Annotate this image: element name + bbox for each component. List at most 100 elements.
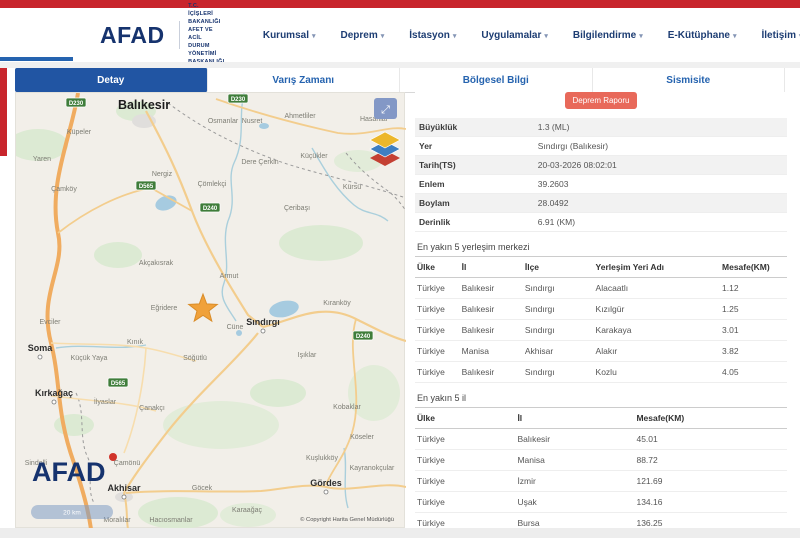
org-name: T.C. İÇİŞLERİ BAKANLIĞI AFET VE ACİL DUR… bbox=[188, 3, 225, 67]
table-row: TürkiyeBalıkesirSındırgıKarakaya3.01 bbox=[415, 320, 787, 341]
svg-text:D565: D565 bbox=[139, 184, 154, 190]
nav-iletisim[interactable]: İletişim▾ bbox=[762, 30, 800, 41]
svg-text:⤢: ⤢ bbox=[381, 104, 390, 116]
earthquake-map[interactable]: D230 D230 D565 D240 D565 D240 Balıkesir … bbox=[15, 92, 405, 528]
map-label: Kayranokçular bbox=[350, 465, 395, 472]
svg-text:20 km: 20 km bbox=[63, 510, 81, 517]
table-row: TürkiyeUşak134.16 bbox=[415, 492, 787, 513]
map-canvas[interactable]: D230 D230 D565 D240 D565 D240 Balıkesir … bbox=[16, 93, 406, 529]
detail-panel: Deprem Raporu Büyüklük1.3 (ML) YerSındır… bbox=[415, 92, 787, 528]
main-nav: Kurumsal▾ Deprem▾ İstasyon▾ Uygulamalar▾… bbox=[263, 30, 800, 41]
detail-tabs: Detay Varış Zamanı Bölgesel Bilgi Sismis… bbox=[15, 68, 785, 93]
chevron-down-icon: ▾ bbox=[453, 33, 457, 40]
table-row: TürkiyeBalıkesir45.01 bbox=[415, 429, 787, 450]
afad-logo[interactable]: AFAD T.C. İÇİŞLERİ BAKANLIĞI AFET VE ACİ… bbox=[100, 3, 225, 67]
table-row: TürkiyeBalıkesirSındırgıAlacaatlı1.12 bbox=[415, 278, 787, 299]
map-label: Çanakçı bbox=[139, 405, 165, 412]
nav-ekutuphane[interactable]: E-Kütüphane▾ bbox=[668, 30, 737, 41]
detail-row: Boylam28.0492 bbox=[415, 194, 787, 213]
map-label: Işıklar bbox=[298, 352, 317, 359]
map-label: Göcek bbox=[192, 485, 213, 492]
epicenter-star-icon[interactable] bbox=[189, 294, 218, 321]
map-label: Nergiz bbox=[152, 171, 173, 178]
map-label: Çeribaşı bbox=[284, 205, 310, 212]
svg-text:D565: D565 bbox=[111, 381, 126, 387]
map-label: Çamköy bbox=[51, 186, 77, 193]
map-label: Söğütlü bbox=[183, 355, 207, 362]
map-label: Nusret bbox=[242, 118, 263, 125]
svg-text:D240: D240 bbox=[356, 334, 371, 340]
map-label: Armut bbox=[220, 273, 239, 280]
detail-row: Derinlik6.91 (KM) bbox=[415, 213, 787, 232]
map-label: Çömlekçi bbox=[198, 181, 227, 188]
earthquake-details: Büyüklük1.3 (ML) YerSındırgı (Balıkesir)… bbox=[415, 118, 787, 232]
map-label: Kıranköy bbox=[323, 300, 351, 307]
map-label: Eğridere bbox=[151, 305, 178, 312]
site-header: AFAD T.C. İÇİŞLERİ BAKANLIĞI AFET VE ACİ… bbox=[0, 8, 800, 62]
svg-text:D230: D230 bbox=[231, 97, 246, 103]
map-label: Küçükler bbox=[300, 153, 328, 160]
svg-text:AFAD: AFAD bbox=[32, 457, 106, 487]
map-label: Akçakısrak bbox=[139, 260, 174, 267]
tab-bolgesel-bilgi[interactable]: Bölgesel Bilgi bbox=[400, 68, 593, 92]
table-row: TürkiyeManisa88.72 bbox=[415, 450, 787, 471]
chevron-down-icon: ▾ bbox=[544, 33, 548, 40]
map-label: Kuşlukköy bbox=[306, 455, 338, 462]
chevron-down-icon: ▾ bbox=[733, 33, 737, 40]
map-label: Kürsü bbox=[343, 184, 361, 191]
detail-row: Enlem39.2603 bbox=[415, 175, 787, 194]
bottom-strip bbox=[0, 528, 800, 538]
detail-row: YerSındırgı (Balıkesir) bbox=[415, 137, 787, 156]
chevron-down-icon: ▾ bbox=[381, 33, 385, 40]
detail-row: Büyüklük1.3 (ML) bbox=[415, 118, 787, 137]
map-watermark-logo: AFAD bbox=[32, 453, 117, 487]
svg-text:D240: D240 bbox=[203, 206, 218, 212]
nav-bilgilendirme[interactable]: Bilgilendirme▾ bbox=[573, 30, 643, 41]
map-label: Kınık bbox=[127, 339, 143, 346]
map-copyright: © Copyright Harita Genel Müdürlüğü bbox=[300, 516, 394, 523]
nearest-settlements-table: Ülke İl İlçe Yerleşim Yeri Adı Mesafe(KM… bbox=[415, 256, 787, 383]
map-label: Dere Çerkin bbox=[241, 159, 278, 166]
map-label: Köseler bbox=[350, 434, 374, 441]
nav-istasyon[interactable]: İstasyon▾ bbox=[409, 30, 456, 41]
table-row: TürkiyeBalıkesirSındırgıKızılgür1.25 bbox=[415, 299, 787, 320]
nav-kurumsal[interactable]: Kurumsal▾ bbox=[263, 30, 316, 41]
svg-text:D230: D230 bbox=[69, 101, 84, 107]
nav-uygulamalar[interactable]: Uygulamalar▾ bbox=[481, 30, 548, 41]
tab-varis-zamani[interactable]: Varış Zamanı bbox=[208, 68, 401, 92]
tab-sismisite[interactable]: Sismisite bbox=[593, 68, 786, 92]
map-label: Gördes bbox=[310, 478, 342, 488]
table-row: TürkiyeBalıkesirSındırgıKozlu4.05 bbox=[415, 362, 787, 383]
map-label: Balıkesir bbox=[118, 98, 170, 112]
map-label: Sındırgı bbox=[246, 317, 280, 327]
table-row: TürkiyeManisaAkhisarAlakır3.82 bbox=[415, 341, 787, 362]
chevron-down-icon: ▾ bbox=[312, 33, 316, 40]
map-label: Ahmetliler bbox=[284, 113, 316, 120]
map-label: Çamönü bbox=[114, 460, 141, 467]
deprem-raporu-button[interactable]: Deprem Raporu bbox=[565, 92, 638, 109]
nearest-provinces-table: Ülke İl Mesafe(KM) TürkiyeBalıkesir45.01… bbox=[415, 407, 787, 534]
table-row: Türkiyeİzmir121.69 bbox=[415, 471, 787, 492]
map-label: Soma bbox=[28, 343, 54, 353]
map-label: Küpeler bbox=[67, 129, 92, 136]
map-label: İlyaslar bbox=[94, 397, 117, 406]
blue-edge-sliver bbox=[0, 57, 73, 61]
afad-logo-text: AFAD bbox=[100, 22, 165, 49]
map-label: Osmanlar bbox=[208, 118, 239, 125]
map-label: Karaağaç bbox=[232, 507, 262, 514]
nearest-settlements-title: En yakın 5 yerleşim merkezi bbox=[417, 242, 787, 252]
map-label: Kobaklar bbox=[333, 404, 361, 411]
map-label: Küçük Yaya bbox=[71, 355, 108, 362]
map-label: Akhisar bbox=[107, 483, 141, 493]
map-label: Cüne bbox=[227, 324, 244, 331]
map-label: Evciler bbox=[39, 319, 61, 326]
detail-row: Tarih(TS)20-03-2026 08:02:01 bbox=[415, 156, 787, 175]
fullscreen-button[interactable]: ⤢ bbox=[374, 98, 397, 119]
tab-detay[interactable]: Detay bbox=[15, 68, 208, 92]
nav-deprem[interactable]: Deprem▾ bbox=[340, 30, 384, 41]
map-label: Yaren bbox=[33, 156, 51, 163]
logo-divider bbox=[179, 21, 180, 49]
map-label: Kırkağaç bbox=[35, 388, 73, 398]
chevron-down-icon: ▾ bbox=[639, 33, 643, 40]
map-scale-bar: 20 km bbox=[31, 505, 113, 519]
